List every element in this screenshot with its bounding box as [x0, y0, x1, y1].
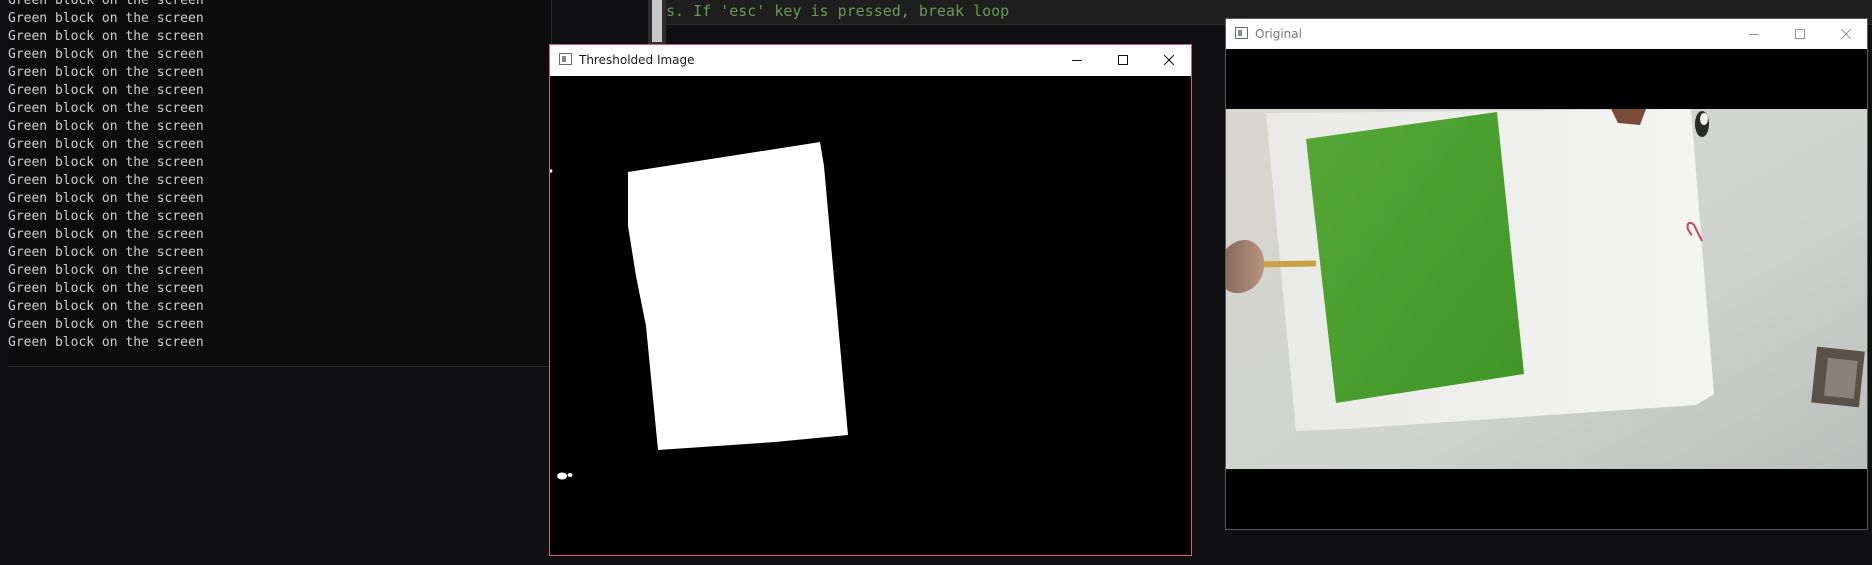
editor-scrollbar-thumb[interactable] [652, 0, 662, 42]
close-button[interactable] [1146, 45, 1192, 75]
console-line: Green block on the screen [8, 245, 204, 260]
console-line: Green block on the screen [8, 209, 204, 224]
maximize-button[interactable] [1100, 45, 1146, 75]
window-title: Thresholded Image [579, 53, 695, 67]
minimize-button[interactable] [1731, 19, 1777, 49]
console-line: Green block on the screen [8, 173, 204, 188]
console-line: Green block on the screen [8, 0, 204, 8]
console-line: Green block on the screen [8, 281, 204, 296]
threshold-mask-view [549, 76, 1191, 555]
maximize-icon [1118, 55, 1128, 65]
maximize-button[interactable] [1777, 19, 1823, 49]
minimize-icon [1072, 60, 1082, 61]
maximize-icon [1795, 29, 1805, 39]
window-titlebar[interactable]: Thresholded Image [550, 45, 1191, 76]
green-card [1306, 112, 1524, 403]
window-titlebar[interactable]: Original [1226, 19, 1867, 49]
console-line: Green block on the screen [8, 11, 204, 26]
editor-scrollbar[interactable] [648, 0, 666, 44]
window-app-icon[interactable] [1235, 27, 1248, 39]
close-icon [1841, 29, 1851, 39]
window-app-icon[interactable] [559, 53, 572, 65]
console-line: Green block on the screen [8, 119, 204, 134]
console-line: Green block on the screen [8, 317, 204, 332]
minimize-icon [1749, 34, 1759, 35]
console-line: Green block on the screen [8, 65, 204, 80]
console-line: Green block on the screen [8, 101, 204, 116]
close-icon [1164, 55, 1174, 65]
pencil [1263, 260, 1317, 268]
console-line: Green block on the screen [8, 137, 204, 152]
console-line: Green block on the screen [8, 191, 204, 206]
minimize-button[interactable] [1054, 45, 1100, 75]
console-line: Green block on the screen [8, 29, 204, 44]
console-line: Green block on the screen [8, 227, 204, 242]
close-button[interactable] [1823, 19, 1869, 49]
console-window: Green block on the screen Green block on… [8, 0, 552, 367]
threshold-mask-image [549, 76, 1191, 555]
original-window[interactable]: Original [1225, 18, 1868, 530]
window-title: Original [1255, 27, 1302, 41]
camera-frame [1226, 49, 1867, 529]
console-line: Green block on the screen [8, 47, 204, 62]
console-output: Green block on the screen Green block on… [8, 0, 204, 352]
camera-feed-view [1226, 49, 1867, 529]
code-comment-line[interactable]: s. If 'esc' key is pressed, break loop [666, 0, 1009, 22]
console-line: Green block on the screen [8, 335, 204, 350]
mask-speck [567, 473, 573, 477]
console-line: Green block on the screen [8, 263, 204, 278]
mask-speck [557, 472, 567, 480]
console-line: Green block on the screen [8, 299, 204, 314]
console-line: Green block on the screen [8, 155, 204, 170]
thresholded-image-window[interactable]: Thresholded Image [549, 44, 1192, 556]
console-line: Green block on the screen [8, 83, 204, 98]
mask-blob-main [628, 142, 848, 450]
